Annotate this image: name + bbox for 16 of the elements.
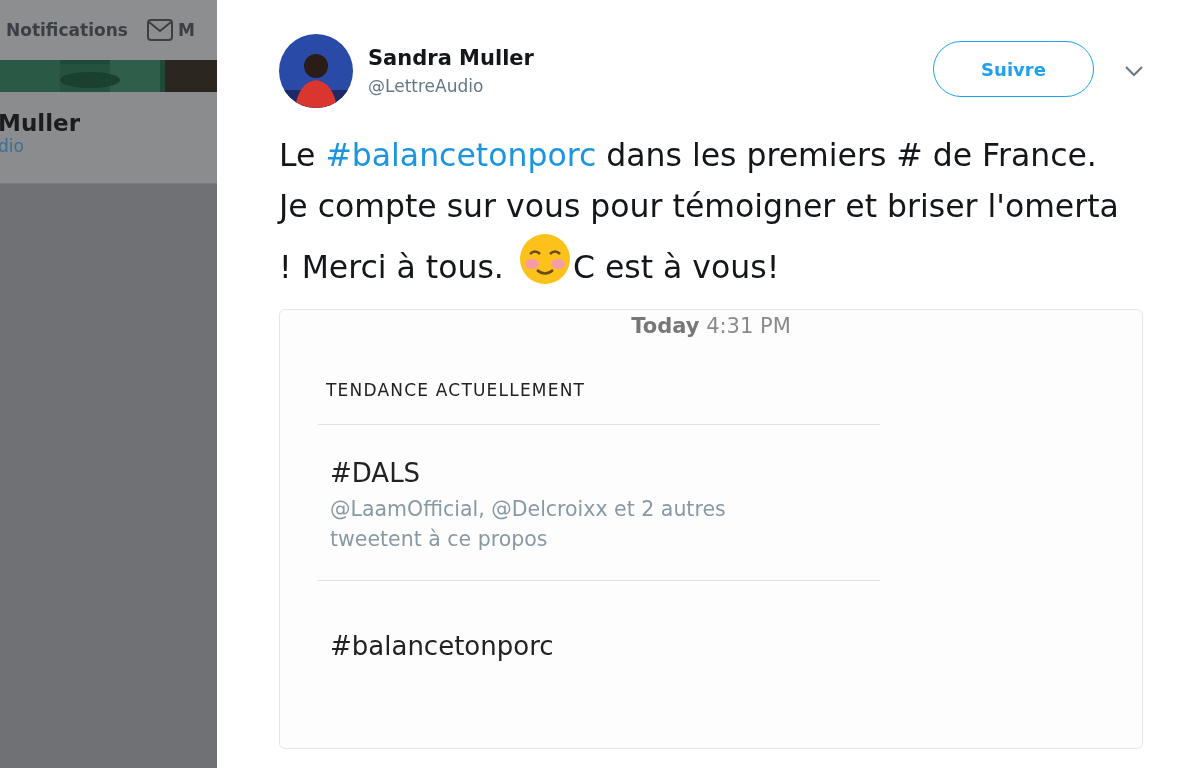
- author-name[interactable]: Sandra Muller: [368, 46, 933, 70]
- follow-button[interactable]: Suivre: [933, 41, 1094, 97]
- envelope-icon[interactable]: [145, 18, 174, 42]
- hashtag-link[interactable]: #balancetonporc: [325, 137, 597, 173]
- profile-name: Muller: [0, 110, 81, 136]
- author-handle[interactable]: @LettreAudio: [368, 76, 933, 96]
- timestamp: Today 4:31 PM: [630, 314, 792, 338]
- trend-hashtag[interactable]: #balancetonporc: [330, 631, 880, 661]
- smiling-face-icon: [517, 232, 572, 286]
- trend-detail: @LaamOfficial, @Delcroixx et 2 autres tweetent à ce propos: [330, 496, 727, 553]
- nav-label[interactable]: Notifications: [6, 20, 128, 40]
- tweet-text: Le #balancetonporc dans les premiers # de France. Je compte sur vous pour témoigner et briser l'omerta ! Merci à tous. C est à vous!: [279, 136, 1119, 288]
- nav-label[interactable]: M: [177, 20, 195, 40]
- chevron-down-icon[interactable]: [1124, 65, 1144, 77]
- trend-hashtag[interactable]: #DALS: [330, 458, 880, 488]
- trends-heading: TENDANCE ACTUELLEMENT: [326, 380, 587, 400]
